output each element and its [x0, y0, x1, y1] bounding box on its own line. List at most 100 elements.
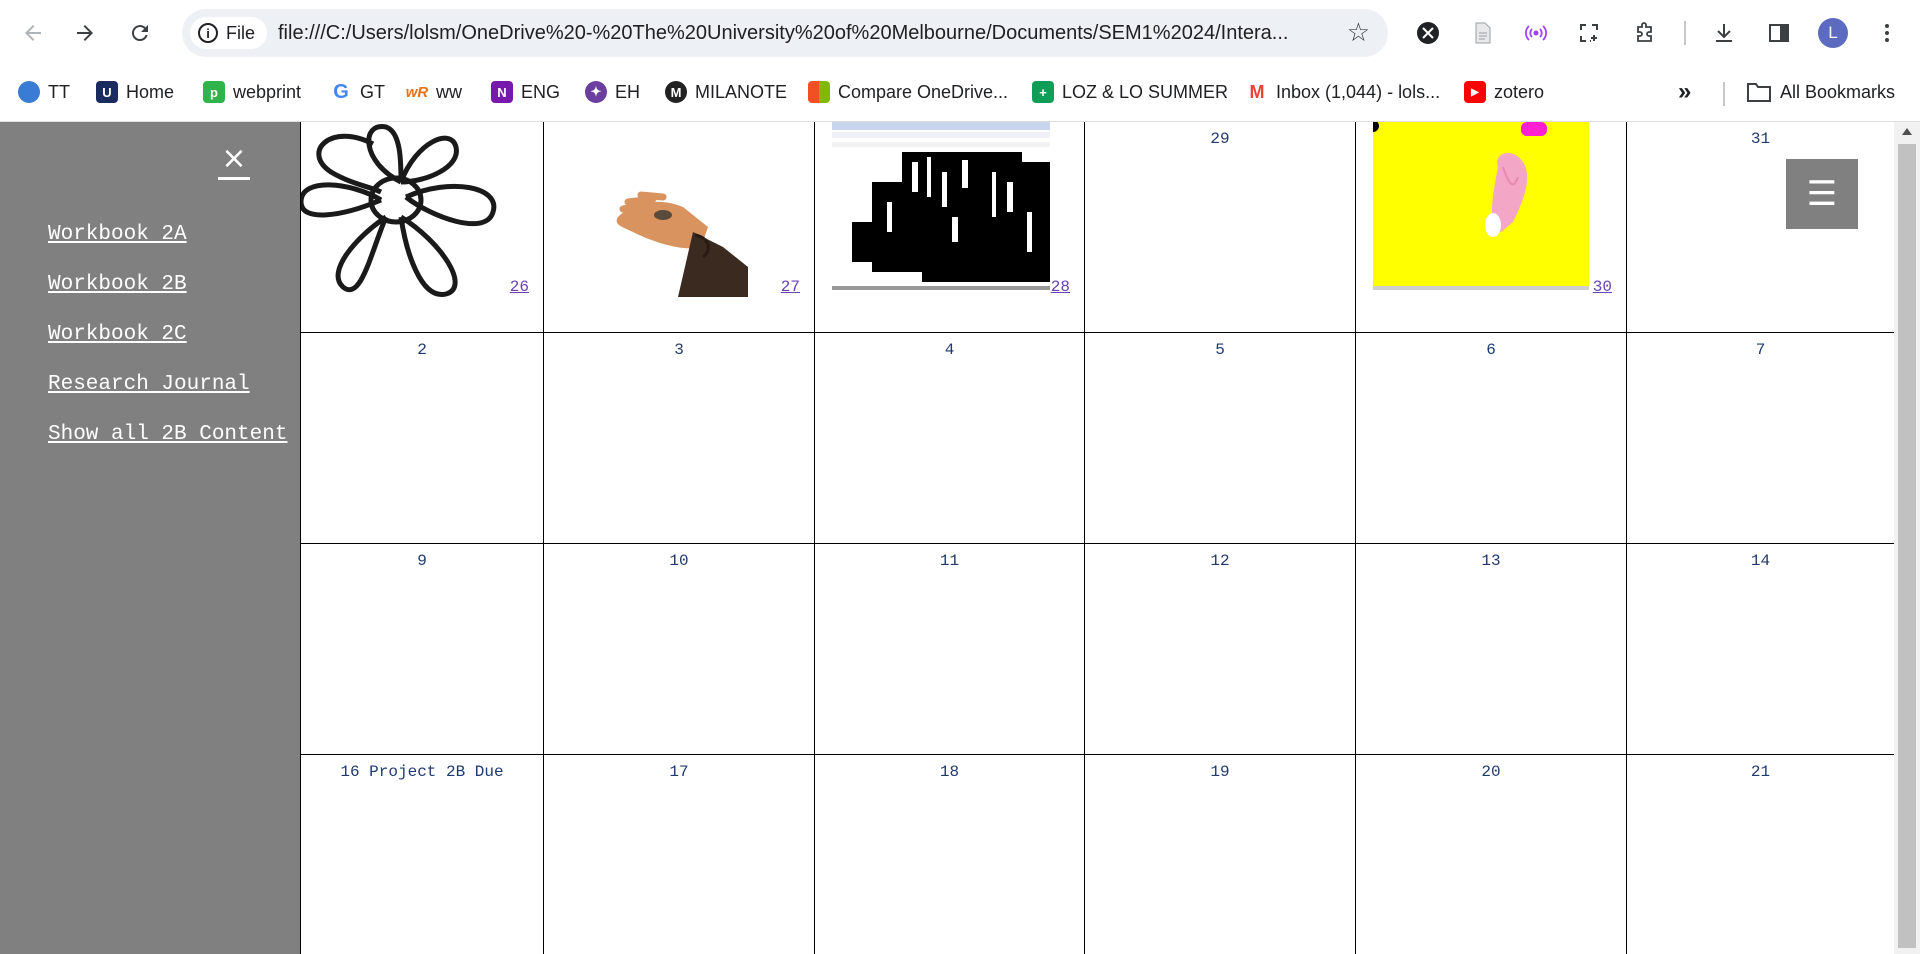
kebab-menu-icon: [1885, 24, 1889, 42]
day-link-28[interactable]: 28: [1051, 278, 1070, 296]
day-number: 16 Project 2B Due: [340, 763, 504, 781]
sidebar-item-workbook-2b[interactable]: Workbook 2B: [48, 272, 288, 298]
bookmark-label: Inbox (1,044) - lols...: [1276, 81, 1441, 102]
site-info-chip[interactable]: i File: [190, 17, 268, 49]
day-link-30[interactable]: 30: [1593, 278, 1612, 296]
day-number: 13: [1481, 552, 1501, 570]
calendar-day-26: 26: [301, 122, 544, 332]
forward-button[interactable]: [66, 14, 104, 52]
home-icon: U: [96, 81, 118, 103]
ww-icon: wR: [406, 81, 428, 103]
bookmark-milanote[interactable]: M MILANOTE: [665, 78, 787, 106]
bookmark-webprint[interactable]: p webprint: [203, 78, 301, 106]
milanote-icon: M: [665, 81, 687, 103]
day-number: 2: [417, 341, 427, 359]
calendar-day-29: 29: [1085, 122, 1356, 332]
scrollbar-thumb[interactable]: [1898, 144, 1916, 948]
screenshot-collage-image: [832, 122, 1050, 290]
day-link-27[interactable]: 27: [781, 278, 800, 296]
address-bar[interactable]: i File file:///C:/Users/lolsm/OneDrive%2…: [182, 9, 1388, 57]
bookmark-zotero[interactable]: ▶ zotero: [1464, 78, 1544, 106]
document-icon: [1475, 22, 1491, 44]
bookmark-label: MILANOTE: [695, 81, 788, 102]
calendar-week-row: 16 Project 2B Due 17 18 19 20 21: [301, 755, 1895, 954]
bookmark-label: LOZ & LO SUMMER: [1062, 81, 1229, 102]
gmail-icon: M: [1246, 81, 1268, 103]
bookmark-compare-onedrive[interactable]: Compare OneDrive...: [808, 78, 1008, 106]
calendar-week-row: 2 3 4 5 6 7: [301, 333, 1895, 544]
day-number: 3: [674, 341, 684, 359]
day-number: 9: [417, 552, 427, 570]
close-sidebar-button[interactable]: ×: [218, 144, 250, 180]
calendar-grid: 26 27 28 29 30 31 2 3 4 5 6 7 9 10 11 12…: [300, 122, 1895, 954]
day-number: 5: [1215, 341, 1225, 359]
side-panel-icon: [1769, 24, 1789, 42]
tt-icon: [18, 81, 40, 103]
bookmark-tt[interactable]: TT: [18, 78, 70, 106]
sidebar-item-show-all-2b[interactable]: Show all 2B Content: [48, 422, 288, 448]
calendar-day-cell: 21: [1627, 755, 1895, 954]
calendar-day-cell: 18: [815, 755, 1085, 954]
back-button[interactable]: [14, 14, 52, 52]
extensions-button[interactable]: [1626, 14, 1664, 52]
google-icon: G: [330, 81, 352, 103]
calendar-day-cell: 16 Project 2B Due: [301, 755, 544, 954]
browser-menu-button[interactable]: [1868, 14, 1906, 52]
webprint-icon: p: [203, 81, 225, 103]
bookmark-eh[interactable]: ✦ EH: [585, 78, 640, 106]
all-bookmarks-label: All Bookmarks: [1780, 81, 1896, 102]
day-number-29: 29: [1210, 130, 1230, 148]
calendar-day-cell: 13: [1356, 544, 1627, 754]
calendar-day-cell: 17: [544, 755, 815, 954]
screenshot-button[interactable]: [1570, 14, 1608, 52]
folder-icon: [1747, 83, 1771, 102]
url-text[interactable]: file:///C:/Users/lolsm/OneDrive%20-%20Th…: [278, 22, 1328, 45]
day-link-26[interactable]: 26: [510, 278, 529, 296]
calendar-day-cell: 19: [1085, 755, 1356, 954]
bookmark-gt[interactable]: G GT: [330, 78, 385, 106]
calendar-day-cell: 4: [815, 333, 1085, 543]
sidebar-item-workbook-2a[interactable]: Workbook 2A: [48, 222, 288, 248]
page-content: × Workbook 2A Workbook 2B Workbook 2C Re…: [0, 122, 1920, 954]
sidebar-item-research-journal[interactable]: Research Journal: [48, 372, 288, 398]
more-bookmarks-button[interactable]: »: [1678, 78, 1691, 106]
bookmark-home[interactable]: U Home: [96, 78, 174, 106]
day-number: 10: [669, 552, 689, 570]
bookmark-label: ENG: [521, 81, 561, 102]
bookmark-label: webprint: [233, 81, 302, 102]
downloads-button[interactable]: [1705, 14, 1743, 52]
day-number: 17: [669, 763, 689, 781]
bookmark-eng[interactable]: N ENG: [491, 78, 560, 106]
microsoft-icon: [808, 81, 830, 103]
calendar-day-cell: 7: [1627, 333, 1895, 543]
eh-icon: ✦: [585, 81, 607, 103]
bookmark-ww[interactable]: wR ww: [406, 78, 462, 106]
day-number-31: 31: [1750, 130, 1771, 148]
calendar-week-row: 9 10 11 12 13 14: [301, 544, 1895, 755]
milanote-extension-button[interactable]: [1409, 14, 1447, 52]
profile-avatar[interactable]: L: [1818, 18, 1848, 48]
page-scrollbar[interactable]: [1894, 122, 1920, 954]
sheets-icon: +: [1032, 81, 1054, 103]
broadcast-extension-button[interactable]: [1517, 14, 1555, 52]
day-number: 19: [1210, 763, 1230, 781]
sidebar-item-workbook-2c[interactable]: Workbook 2C: [48, 322, 288, 348]
reload-button[interactable]: [121, 14, 159, 52]
side-panel-button[interactable]: [1760, 14, 1798, 52]
bookmark-inbox[interactable]: M Inbox (1,044) - lols...: [1246, 78, 1440, 106]
broadcast-icon: [1525, 25, 1547, 41]
day-number: 7: [1755, 341, 1766, 359]
sidebar-nav: Workbook 2A Workbook 2B Workbook 2C Rese…: [48, 222, 288, 472]
site-chip-label: File: [226, 22, 256, 43]
scroll-up-arrow-icon[interactable]: [1902, 128, 1912, 135]
all-bookmarks-button[interactable]: All Bookmarks: [1746, 78, 1895, 106]
youtube-icon: ▶: [1464, 81, 1486, 103]
document-extension-button[interactable]: [1463, 14, 1501, 52]
calendar-day-cell: 2: [301, 333, 544, 543]
hand-holding-coin-image: [616, 191, 748, 297]
bookmark-loz-lo-summer[interactable]: + LOZ & LO SUMMER: [1032, 78, 1228, 106]
bookmark-label: TT: [48, 81, 70, 102]
calendar-day-cell: 5: [1085, 333, 1356, 543]
hamburger-menu-button[interactable]: ☰: [1786, 159, 1858, 229]
bookmark-star-icon[interactable]: ☆: [1347, 19, 1370, 45]
